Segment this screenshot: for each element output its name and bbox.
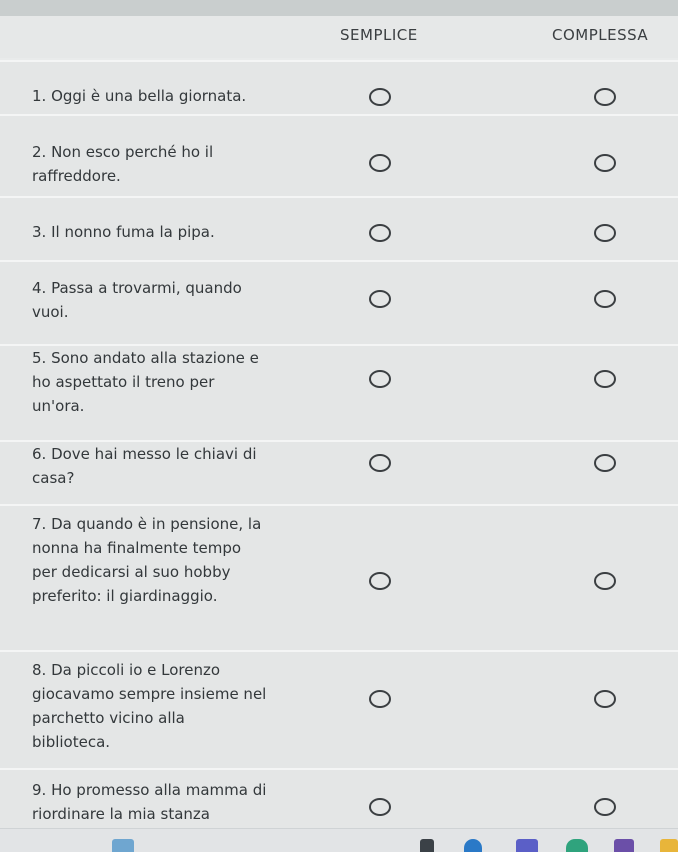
radio-complessa[interactable]: [594, 88, 616, 106]
radio-complessa[interactable]: [594, 454, 616, 472]
radio-semplice[interactable]: [369, 572, 391, 590]
radio-complessa[interactable]: [594, 224, 616, 242]
column-header-semplice: SEMPLICE: [340, 26, 418, 44]
question-text: 1. Oggi è una bella giornata.: [32, 87, 247, 105]
quiz-form: SEMPLICE COMPLESSA 1. Oggi è una bella g…: [0, 16, 678, 828]
radio-semplice[interactable]: [369, 370, 391, 388]
app-icon-green[interactable]: [566, 839, 588, 852]
question-text: 6. Dove hai messo le chiavi di casa?: [32, 445, 257, 487]
edge-icon[interactable]: [464, 839, 482, 852]
question-text: 2. Non esco perché ho il raffreddore.: [32, 143, 214, 185]
question-text: 5. Sono andato alla stazione e ho aspett…: [32, 349, 259, 415]
column-header-complessa: COMPLESSA: [552, 26, 649, 44]
question-text: 8. Da piccoli io e Lorenzo giocavamo sem…: [32, 661, 267, 751]
question-row: 8. Da piccoli io e Lorenzo giocavamo sem…: [0, 650, 678, 768]
radio-semplice[interactable]: [369, 690, 391, 708]
question-row: 6. Dove hai messo le chiavi di casa?: [0, 440, 678, 504]
radio-complessa[interactable]: [594, 290, 616, 308]
radio-complessa[interactable]: [594, 572, 616, 590]
radio-complessa[interactable]: [594, 154, 616, 172]
question-text: 9. Ho promesso alla mamma di riordinare …: [32, 781, 267, 823]
app-icon-blue[interactable]: [112, 839, 134, 852]
question-row: 3. Il nonno fuma la pipa.: [0, 196, 678, 260]
question-row: 7. Da quando è in pensione, la nonna ha …: [0, 504, 678, 650]
app-icon-yellow[interactable]: [660, 839, 678, 852]
column-header-row: SEMPLICE COMPLESSA: [0, 16, 678, 58]
app-icon-dark[interactable]: [420, 839, 434, 852]
radio-semplice[interactable]: [369, 798, 391, 816]
question-text: 7. Da quando è in pensione, la nonna ha …: [32, 515, 262, 605]
app-icon-purple[interactable]: [614, 839, 634, 852]
question-text: 4. Passa a trovarmi, quando vuoi.: [32, 279, 242, 321]
radio-semplice[interactable]: [369, 154, 391, 172]
question-row: 5. Sono andato alla stazione e ho aspett…: [0, 344, 678, 440]
taskbar: [0, 828, 678, 852]
radio-complessa[interactable]: [594, 798, 616, 816]
radio-semplice[interactable]: [369, 224, 391, 242]
radio-complessa[interactable]: [594, 370, 616, 388]
teams-icon[interactable]: [516, 839, 538, 852]
radio-semplice[interactable]: [369, 454, 391, 472]
radio-semplice[interactable]: [369, 88, 391, 106]
question-row: 9. Ho promesso alla mamma di riordinare …: [0, 768, 678, 828]
browser-top-edge: [0, 0, 678, 17]
question-row: 1. Oggi è una bella giornata.: [0, 60, 678, 114]
radio-semplice[interactable]: [369, 290, 391, 308]
question-row: 2. Non esco perché ho il raffreddore.: [0, 114, 678, 196]
radio-complessa[interactable]: [594, 690, 616, 708]
question-text: 3. Il nonno fuma la pipa.: [32, 223, 215, 241]
question-row: 4. Passa a trovarmi, quando vuoi.: [0, 260, 678, 344]
